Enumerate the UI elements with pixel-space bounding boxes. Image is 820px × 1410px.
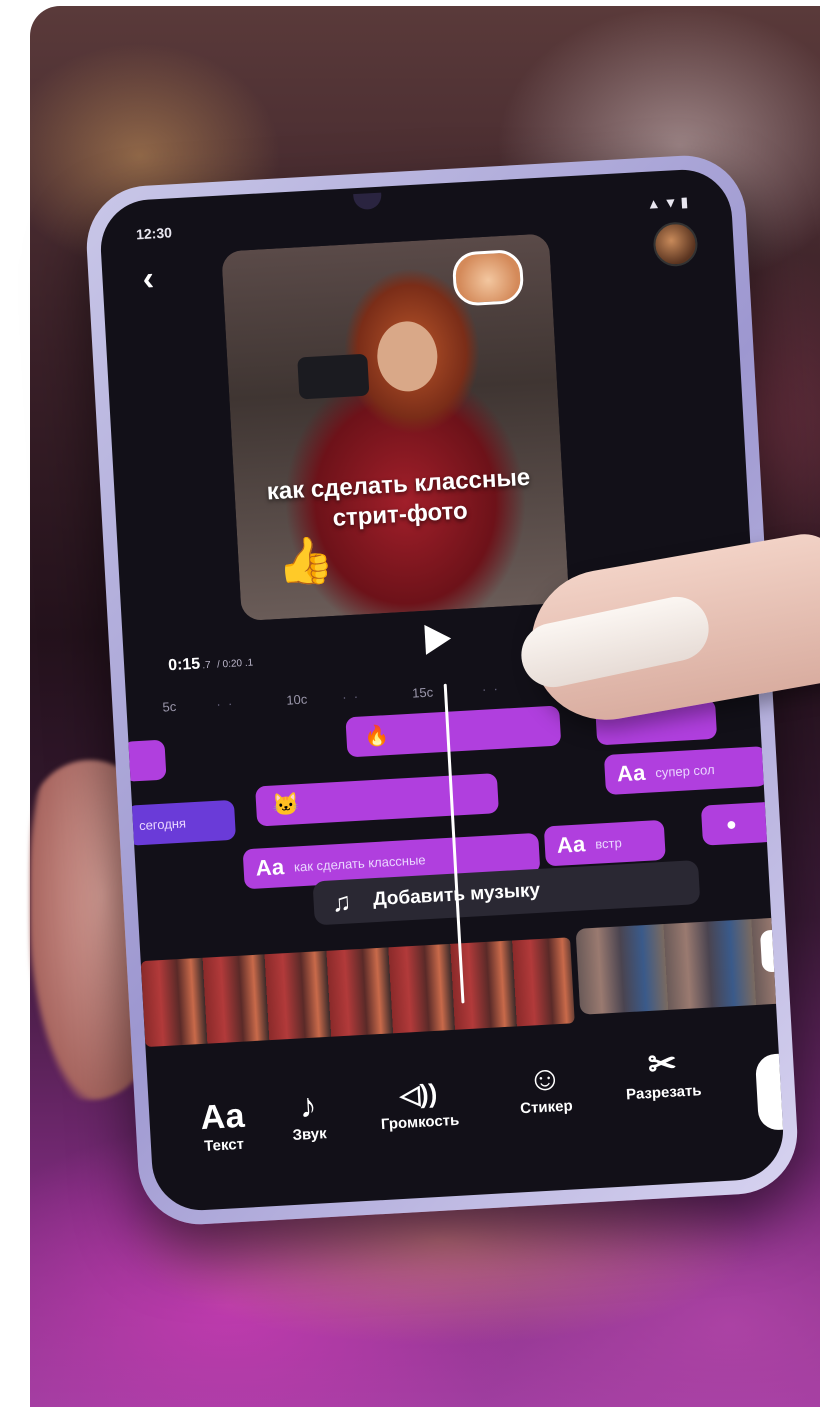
play-button[interactable] [424,623,452,655]
text-chip-aa: Аа [254,854,285,881]
toolbar-sticker-label: Стикер [519,1097,574,1118]
ruler-tick-5: 5c [162,698,177,715]
toolbar-cut[interactable]: ✂ Разрезать [606,1041,719,1104]
clip-chip[interactable] [122,739,167,782]
chip-text: встр [594,834,623,852]
volume-icon: ◁)) [399,1077,438,1110]
ruler-tick-10: 10c [285,691,308,708]
ruler-tick-15: 15c [411,684,434,701]
video-preview[interactable]: как сделать классные стрит-фото 👍 [221,233,570,622]
ruler-dots: · · [341,688,359,705]
cat-icon: 🐱 [271,791,301,818]
camera-object [297,353,370,400]
current-time: 0:15 [167,655,201,675]
confirm-button[interactable]: ✓ [754,1050,786,1131]
avatar[interactable] [652,221,699,268]
sticker-chip-cat[interactable]: 🐱 [255,773,499,827]
sticker-chip[interactable]: 🔥 [345,705,562,758]
toolbar-text[interactable]: Аа Текст [186,1095,259,1156]
person-face [375,319,440,394]
toolbar-sound[interactable]: ♪ Звук [272,1084,345,1145]
status-icons: ▲▼▮ [646,193,692,212]
playback-time: 0:15.7 / 0:20 .1 [168,653,254,676]
ruler-dots: · · [216,695,233,712]
add-clip-button[interactable]: + [759,928,786,973]
sticker-icon: ☺ [526,1058,564,1099]
video-filmstrip[interactable] [140,937,575,1048]
text-chip-super[interactable]: Аа супер сол [603,746,768,796]
text-chip-today[interactable]: сегодня [125,799,237,846]
video-filmstrip-second[interactable] [575,915,786,1015]
music-note-icon: ♫ [330,885,352,917]
ruler-dots: · · [481,680,499,697]
toolbar-volume[interactable]: ◁)) Громкость [357,1071,480,1135]
current-frame: .7 [202,659,211,672]
toolbar-text-label: Текст [203,1135,245,1155]
back-button[interactable]: ‹ [142,259,155,298]
red-sticker-icon: ● [725,813,738,834]
chip-text: супер сол [654,761,715,780]
total-time: / 0:20 .1 [216,657,254,671]
chip-text: как сделать классные [293,851,426,875]
text-icon: Аа [199,1096,246,1138]
text-chip-aa: Аа [616,759,647,787]
phone-wrapper: 12:30 ▲▼▮ ‹ как сделать классные стрит-ф… [0,0,820,1407]
camera-notch [353,192,383,211]
chip-text: сегодня [138,815,187,833]
emoji-icon: 🔥 [363,724,390,748]
status-time: 12:30 [135,224,173,243]
cat-sticker[interactable] [451,248,525,307]
toolbar-sticker[interactable]: ☺ Стикер [499,1056,592,1118]
sticker-chip-red[interactable]: ● [700,801,783,846]
sound-icon: ♪ [298,1086,318,1126]
toolbar-sound-label: Звук [292,1125,328,1145]
thumbs-up-sticker[interactable]: 👍 [275,533,335,588]
scissors-icon: ✂ [646,1044,678,1085]
text-chip-aa: Аа [556,831,586,858]
video-caption[interactable]: как сделать классные стрит-фото [244,462,555,539]
text-chip-meet[interactable]: Аа встр [543,819,666,867]
